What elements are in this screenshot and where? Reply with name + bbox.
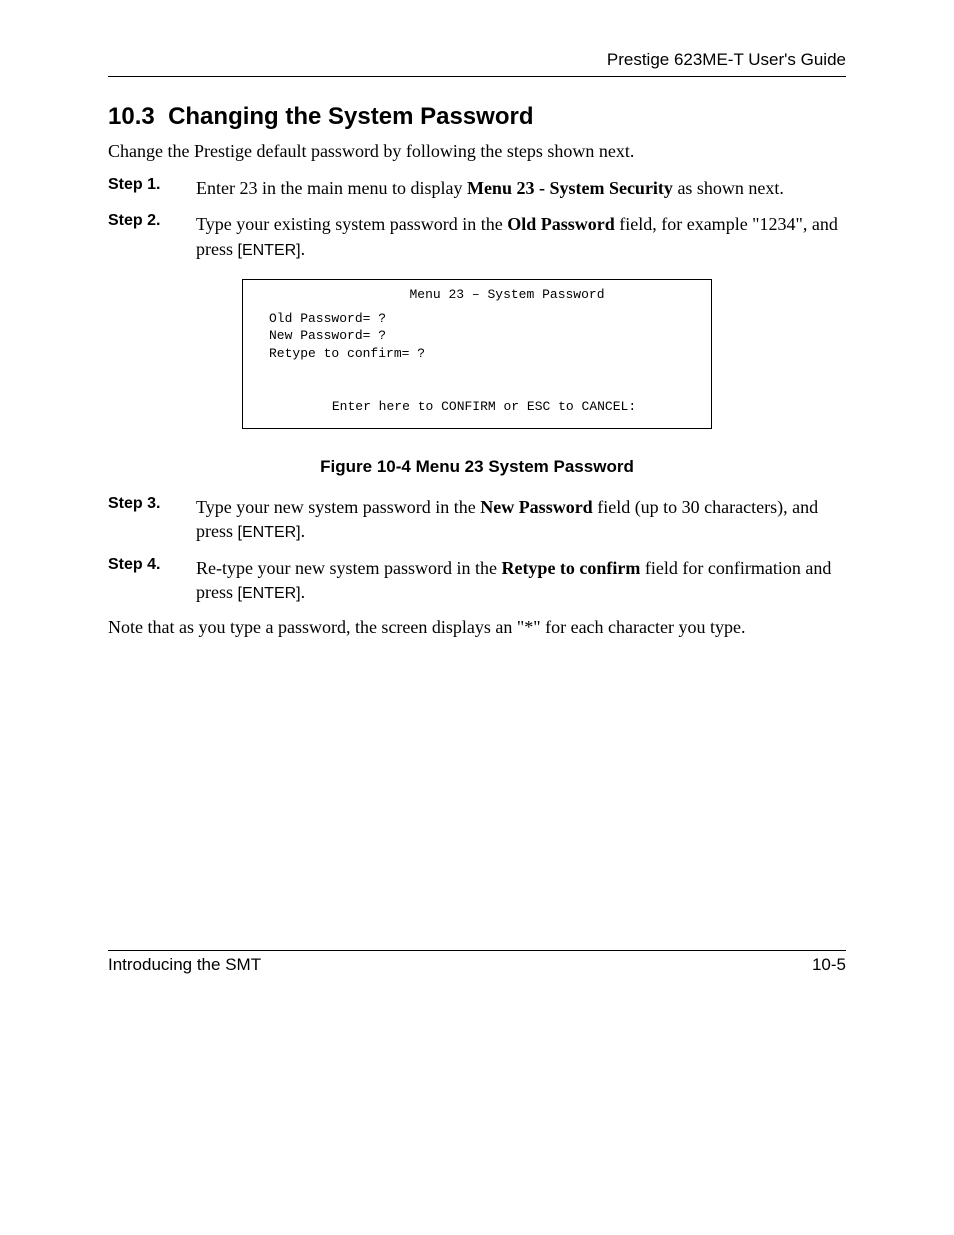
- figure-container: Menu 23 – System Password Old Password= …: [108, 279, 846, 429]
- menu-body: Old Password= ? New Password= ? Retype t…: [255, 310, 699, 363]
- menu-footer: Enter here to CONFIRM or ESC to CANCEL:: [255, 398, 699, 416]
- menu-line-retype: Retype to confirm= ?: [269, 345, 699, 363]
- header-guide-title: Prestige 623ME-T User's Guide: [108, 50, 846, 76]
- step-2-key: [ENTER]: [238, 242, 301, 259]
- step-3-body: Type your new system password in the New…: [196, 495, 846, 544]
- step-1-label: Step 1.: [108, 176, 196, 200]
- step-4-bold-1: Retype to confirm: [501, 558, 640, 578]
- step-4-text-3: .: [301, 582, 306, 602]
- step-1-bold-1: Menu 23 - System Security: [467, 178, 673, 198]
- page-footer: Introducing the SMT 10-5: [108, 950, 846, 975]
- step-4: Step 4. Re-type your new system password…: [108, 556, 846, 605]
- step-3: Step 3. Type your new system password in…: [108, 495, 846, 544]
- footer-page-number: 10-5: [812, 955, 846, 975]
- step-2-body: Type your existing system password in th…: [196, 212, 846, 261]
- menu-line-old-password: Old Password= ?: [269, 310, 699, 328]
- step-4-body: Re-type your new system password in the …: [196, 556, 846, 605]
- step-3-text-1: Type your new system password in the: [196, 497, 480, 517]
- step-4-key: [ENTER]: [238, 585, 301, 602]
- step-3-key: [ENTER]: [238, 524, 301, 541]
- step-1: Step 1. Enter 23 in the main menu to dis…: [108, 176, 846, 200]
- section-number: 10.3: [108, 103, 155, 130]
- step-2: Step 2. Type your existing system passwo…: [108, 212, 846, 261]
- menu-line-new-password: New Password= ?: [269, 327, 699, 345]
- step-4-text-1: Re-type your new system password in the: [196, 558, 501, 578]
- note-paragraph: Note that as you type a password, the sc…: [108, 617, 846, 638]
- section-title: Changing the System Password: [168, 103, 533, 130]
- footer-divider: [108, 950, 846, 951]
- step-2-text-3: .: [301, 239, 306, 259]
- step-2-text-1: Type your existing system password in th…: [196, 214, 507, 234]
- step-2-bold-1: Old Password: [507, 214, 615, 234]
- figure-caption: Figure 10-4 Menu 23 System Password: [108, 457, 846, 477]
- step-3-bold-1: New Password: [480, 497, 593, 517]
- step-1-text-2: as shown next.: [673, 178, 784, 198]
- step-3-label: Step 3.: [108, 495, 196, 544]
- step-3-text-3: .: [301, 521, 306, 541]
- step-2-label: Step 2.: [108, 212, 196, 261]
- header-divider: [108, 76, 846, 77]
- section-heading: 10.3 Changing the System Password: [108, 103, 846, 131]
- menu-screenshot: Menu 23 – System Password Old Password= …: [242, 279, 712, 429]
- step-4-label: Step 4.: [108, 556, 196, 605]
- footer-left: Introducing the SMT: [108, 955, 261, 975]
- intro-paragraph: Change the Prestige default password by …: [108, 141, 846, 162]
- menu-title: Menu 23 – System Password: [255, 286, 699, 304]
- step-1-text-1: Enter 23 in the main menu to display: [196, 178, 467, 198]
- step-1-body: Enter 23 in the main menu to display Men…: [196, 176, 846, 200]
